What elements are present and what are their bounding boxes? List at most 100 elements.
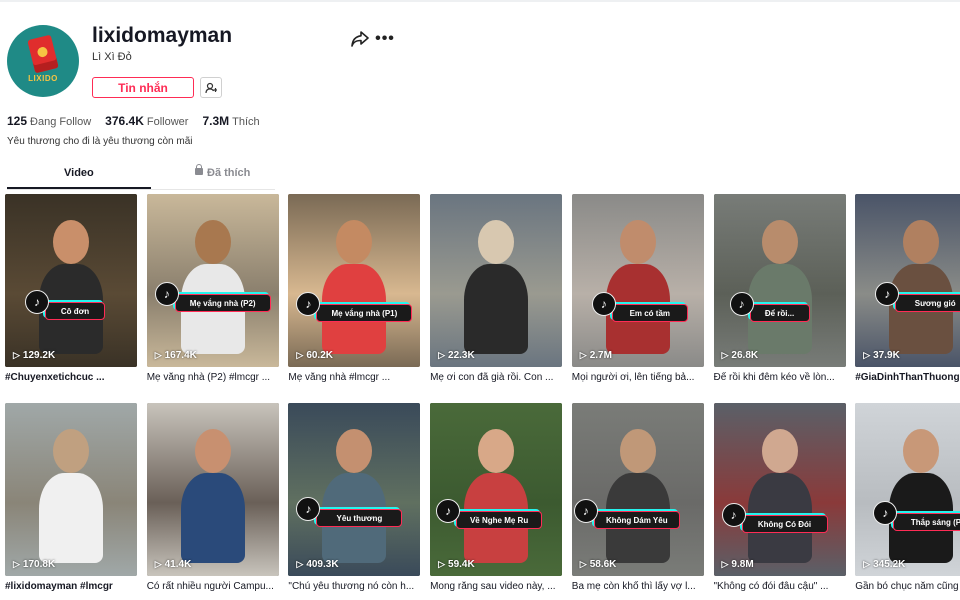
play-icon: ▷: [721, 559, 729, 569]
video-caption[interactable]: #Chuyenxetichcuc ...: [5, 372, 139, 383]
view-count: ▷ 22.3K: [438, 350, 475, 361]
video-caption[interactable]: Mong rằng sau video này, ...: [430, 581, 564, 592]
view-count-value: 9.8M: [731, 559, 754, 570]
bio: Yêu thương cho đi là yêu thương còn mãi: [7, 136, 193, 147]
video-caption[interactable]: Có rất nhiều người Campu...: [147, 581, 281, 592]
video-thumbnail[interactable]: Không Có Đói ♪ ▷ 9.8M: [713, 403, 846, 576]
tiktok-logo-icon: ♪: [721, 503, 746, 527]
video-thumbnail[interactable]: Sương gió ♪ ▷ 37.9K: [855, 194, 960, 367]
view-count-value: 41.4K: [164, 559, 192, 570]
view-count-value: 409.3K: [306, 559, 339, 570]
view-count: ▷ 409.3K: [296, 559, 338, 570]
video-thumbnail[interactable]: Yêu thương ♪ ▷ 409.3K: [288, 403, 421, 576]
play-icon: ▷: [863, 350, 871, 360]
view-count-value: 345.2K: [873, 559, 906, 570]
video-sticker-text: Về Nghe Mẹ Ru: [456, 511, 543, 529]
play-icon: ▷: [579, 559, 587, 569]
video-thumbnail[interactable]: Để rồi... ♪ ▷ 26.8K: [713, 194, 846, 367]
play-icon: ▷: [863, 559, 871, 569]
play-icon: ▷: [721, 350, 729, 360]
play-icon: ▷: [154, 350, 162, 360]
view-count-value: 60.2K: [306, 350, 333, 361]
avatar-logo-text: LIXIDO: [28, 74, 58, 83]
tiktok-logo-icon: ♪: [573, 499, 598, 523]
nickname: Lì Xì Đỏ: [92, 51, 132, 63]
view-count-value: 2.7M: [589, 350, 612, 361]
tiktok-logo-icon: ♪: [729, 292, 754, 316]
view-count: ▷ 37.9K: [863, 350, 900, 361]
video-thumbnail[interactable]: ▷ 22.3K: [430, 194, 563, 367]
video-caption[interactable]: "Chú yêu thương nó còn h...: [288, 581, 422, 592]
view-count-value: 59.4K: [448, 559, 475, 570]
view-count-value: 129.2K: [22, 350, 56, 361]
share-icon[interactable]: [349, 28, 371, 50]
view-count-value: 167.4K: [164, 350, 197, 361]
video-sticker-text: Không Có Đói: [741, 515, 828, 533]
stat-followers[interactable]: 376.4K Follower: [105, 114, 188, 128]
play-icon: ▷: [13, 350, 20, 360]
view-count: ▷ 167.4K: [155, 350, 197, 361]
avatar[interactable]: LIXIDO: [7, 25, 79, 97]
message-button[interactable]: Tin nhắn: [92, 77, 194, 98]
username: lixidomayman: [92, 24, 233, 47]
video-caption[interactable]: Ba mẹ còn khổ thì lấy vợ l...: [572, 581, 706, 592]
video-sticker-text: Sương gió: [895, 294, 960, 312]
video-sticker-text: Để rồi...: [749, 304, 810, 322]
video-caption[interactable]: "Không có đói đâu cậu" ...: [714, 581, 848, 592]
view-count: ▷ 345.2K: [863, 559, 905, 570]
video-caption[interactable]: Mọi người ơi, lên tiếng bả...: [572, 372, 706, 383]
video-caption[interactable]: Gần bó chục năm cũng ...: [855, 581, 960, 592]
view-count: ▷ 41.4K: [155, 559, 192, 570]
tab-video[interactable]: Video: [64, 167, 94, 179]
top-divider: [0, 0, 960, 2]
video-caption[interactable]: #lixidomayman #lmcgr: [5, 581, 139, 592]
video-caption[interactable]: Mẹ vắng nhà (P2) #lmcgr ...: [147, 372, 281, 383]
play-icon: ▷: [438, 559, 446, 569]
video-thumbnail[interactable]: Cô đơn ♪ ▷ 129.2K: [5, 194, 137, 367]
video-thumbnail[interactable]: Mẹ vắng nhà (P2) ♪ ▷ 167.4K: [146, 194, 279, 367]
more-icon[interactable]: •••: [373, 28, 397, 50]
view-count-value: 22.3K: [448, 350, 475, 361]
view-count-value: 26.8K: [731, 350, 759, 361]
view-count: ▷ 59.4K: [438, 559, 475, 570]
play-icon: ▷: [296, 350, 304, 360]
video-caption[interactable]: Để rồi khi đêm kéo về lòn...: [714, 372, 848, 383]
video-sticker-text: Không Dám Yêu: [593, 511, 680, 529]
video-sticker-text: Mẹ vắng nhà (P2): [174, 294, 271, 312]
view-count: ▷ 58.6K: [580, 559, 617, 570]
add-user-icon[interactable]: [200, 77, 222, 98]
tab-liked[interactable]: Đã thích: [195, 164, 250, 179]
view-count: ▷ 170.8K: [13, 559, 55, 570]
stat-likes: 7.3M Thích: [202, 114, 260, 128]
play-icon: ▷: [296, 559, 304, 569]
video-thumbnail[interactable]: ▷ 41.4K: [146, 403, 279, 576]
video-thumbnail[interactable]: Mẹ vắng nhà (P1) ♪ ▷ 60.2K: [288, 194, 421, 367]
play-icon: ▷: [154, 559, 162, 569]
play-icon: ▷: [438, 350, 446, 360]
tiktok-logo-icon: ♪: [436, 499, 461, 523]
video-thumbnail[interactable]: Em có tầm ♪ ▷ 2.7M: [571, 194, 704, 367]
video-sticker-text: Thắp sáng (P3: [893, 513, 960, 531]
video-thumbnail[interactable]: Không Dám Yêu ♪ ▷ 58.6K: [571, 403, 704, 576]
video-thumbnail[interactable]: Về Nghe Mẹ Ru ♪ ▷ 59.4K: [430, 403, 563, 576]
view-count: ▷ 9.8M: [722, 559, 754, 570]
view-count-value: 170.8K: [22, 559, 56, 570]
video-sticker-text: Yêu thương: [316, 509, 403, 527]
video-caption[interactable]: Mẹ vắng nhà #lmcgr ...: [288, 372, 422, 383]
stat-following[interactable]: 125 Đang Follow: [7, 114, 91, 128]
video-thumbnail[interactable]: ▷ 170.8K: [5, 403, 137, 576]
view-count: ▷ 60.2K: [296, 350, 333, 361]
video-sticker-text: Cô đơn: [45, 302, 105, 320]
view-count: ▷ 26.8K: [722, 350, 759, 361]
video-caption[interactable]: Mẹ ơi con đã già rồi. Con ...: [430, 372, 564, 383]
video-thumbnail[interactable]: Thắp sáng (P3♪ ▷345.2K: [855, 403, 960, 576]
view-count: ▷ 129.2K: [13, 350, 55, 361]
tiktok-logo-icon: ♪: [875, 282, 900, 306]
profile-tabs: Video Đã thích: [7, 163, 275, 190]
video-sticker-text: Mẹ vắng nhà (P1): [316, 304, 413, 322]
tiktok-logo-icon: ♪: [25, 290, 49, 314]
red-envelope-icon: [27, 34, 59, 74]
video-caption[interactable]: #GiaDinhThanThuong: [855, 372, 960, 383]
lock-icon: [195, 164, 203, 175]
tiktok-logo-icon: ♪: [591, 292, 616, 316]
